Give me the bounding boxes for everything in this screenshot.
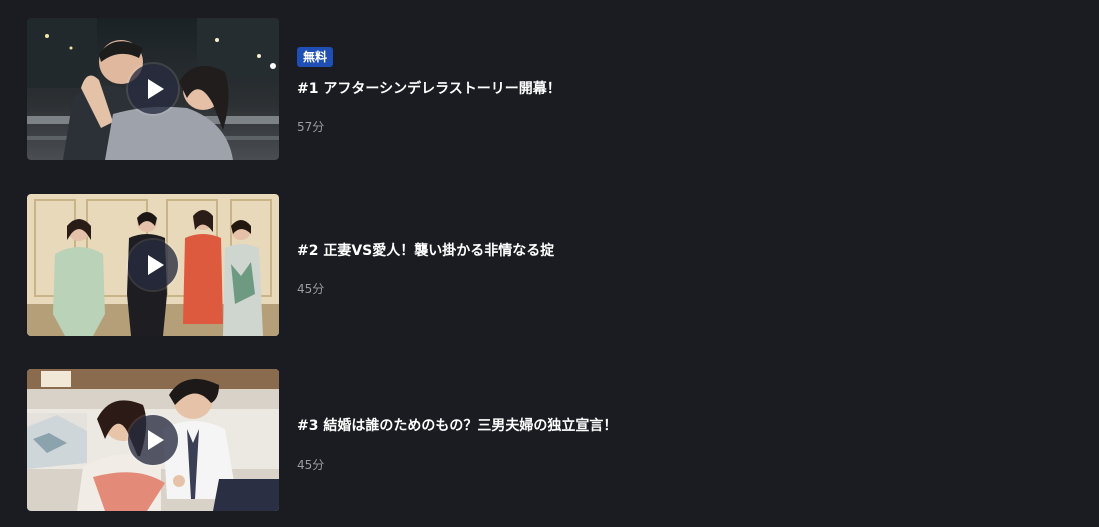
play-icon bbox=[148, 430, 164, 450]
episode-item[interactable]: 無料 #1 アフターシンデレラストーリー開幕！ 57分 bbox=[27, 18, 1067, 160]
episode-duration: 57分 bbox=[297, 120, 325, 134]
play-button[interactable] bbox=[128, 415, 178, 465]
episode-thumbnail[interactable] bbox=[27, 194, 279, 336]
episode-item[interactable]: #2 正妻VS愛人！襲い掛かる非情なる掟 45分 bbox=[27, 194, 1067, 336]
episode-title[interactable]: #1 アフターシンデレラストーリー開幕！ bbox=[297, 80, 561, 98]
episode-duration: 45分 bbox=[297, 458, 325, 472]
episode-info: 無料 #1 アフターシンデレラストーリー開幕！ 57分 bbox=[297, 18, 1067, 160]
episode-duration: 45分 bbox=[297, 282, 325, 296]
episode-thumbnail[interactable] bbox=[27, 18, 279, 160]
play-icon bbox=[148, 79, 164, 99]
episode-item[interactable]: #3 結婚は誰のためのもの？三男夫婦の独立宣言！ 45分 bbox=[27, 369, 1067, 511]
episode-thumbnail[interactable] bbox=[27, 369, 279, 511]
free-badge: 無料 bbox=[297, 47, 334, 67]
play-button[interactable] bbox=[128, 240, 178, 290]
episode-info: #2 正妻VS愛人！襲い掛かる非情なる掟 45分 bbox=[297, 194, 1067, 336]
play-icon bbox=[148, 255, 164, 275]
play-button[interactable] bbox=[128, 64, 178, 114]
episode-info: #3 結婚は誰のためのもの？三男夫婦の独立宣言！ 45分 bbox=[297, 369, 1067, 511]
episode-title[interactable]: #3 結婚は誰のためのもの？三男夫婦の独立宣言！ bbox=[297, 417, 617, 435]
episode-list: 無料 #1 アフターシンデレラストーリー開幕！ 57分 #2 正妻VS愛人！襲い… bbox=[0, 0, 1099, 527]
episode-title[interactable]: #2 正妻VS愛人！襲い掛かる非情なる掟 bbox=[297, 242, 554, 260]
